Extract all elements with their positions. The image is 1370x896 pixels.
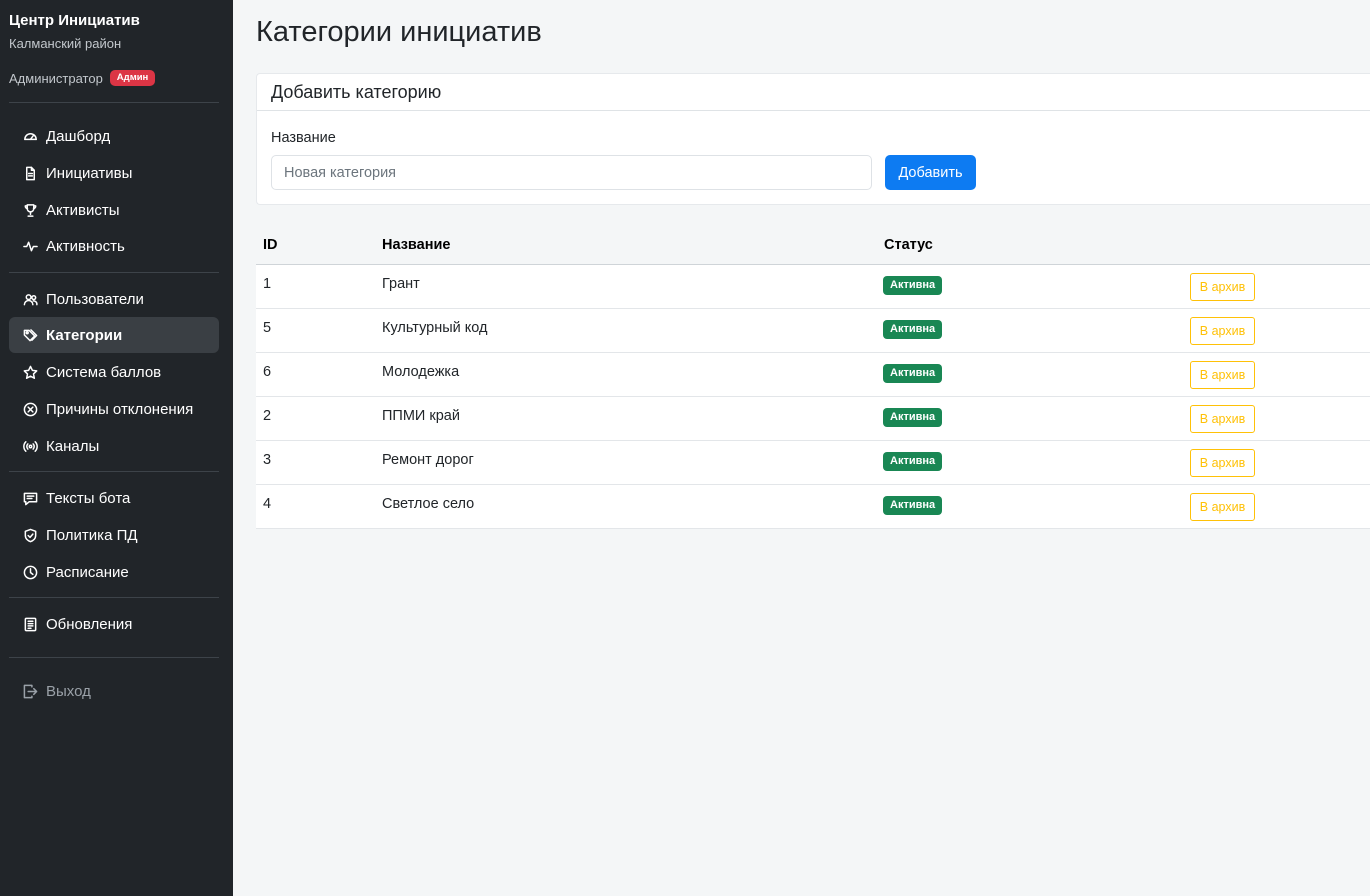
- activity-icon: [22, 238, 39, 255]
- sidebar-item-label: Тексты бота: [46, 489, 131, 507]
- sidebar-item-label: Причины отклонения: [46, 400, 194, 418]
- cell-name: Культурный код: [382, 320, 488, 336]
- sidebar-item-bot-texts[interactable]: Тексты бота: [9, 480, 219, 516]
- brand-title: Центр Инициатив: [9, 12, 140, 29]
- sidebar-item-label: Выход: [46, 682, 91, 700]
- sidebar-item-label: Пользователи: [46, 290, 144, 308]
- cell-id: 2: [263, 408, 272, 424]
- page-title: Категории инициатив: [256, 16, 542, 48]
- sidebar-item-schedule[interactable]: Расписание: [9, 554, 219, 590]
- dashboard-icon: [22, 128, 39, 145]
- users-icon: [22, 291, 39, 308]
- column-header-id: ID: [263, 237, 278, 253]
- status-badge: Активна: [883, 364, 943, 383]
- table-row: 4 Светлое село Активна В архив: [256, 485, 1370, 529]
- sidebar-item-activity[interactable]: Активность: [9, 228, 219, 264]
- archive-button[interactable]: В архив: [1190, 317, 1255, 345]
- sidebar-divider: [9, 657, 219, 658]
- card-header: Добавить категорию: [257, 74, 1370, 111]
- document-icon: [22, 165, 39, 182]
- sidebar-item-categories[interactable]: Категории: [9, 317, 219, 353]
- card-title: Добавить категорию: [271, 81, 442, 102]
- sidebar-divider: [9, 597, 219, 598]
- tags-icon: [22, 327, 39, 344]
- column-header-name: Название: [382, 237, 451, 253]
- table-row: 2 ППМИ край Активна В архив: [256, 397, 1370, 441]
- sidebar-item-label: Активность: [46, 237, 125, 255]
- cell-name: Ремонт дорог: [382, 452, 474, 468]
- cell-name: Молодежка: [382, 364, 460, 380]
- sidebar-divider: [9, 272, 219, 273]
- status-badge: Активна: [883, 496, 943, 515]
- sidebar-item-label: Активисты: [46, 201, 120, 219]
- cell-id: 5: [263, 320, 272, 336]
- add-category-card: Добавить категорию Название Добавить: [256, 73, 1370, 205]
- archive-button[interactable]: В архив: [1190, 493, 1255, 521]
- x-circle-icon: [22, 401, 39, 418]
- status-badge: Активна: [883, 320, 943, 339]
- logout-icon: [22, 683, 39, 700]
- sidebar-item-label: Категории: [46, 326, 123, 344]
- sidebar-item-label: Политика ПД: [46, 526, 138, 544]
- sidebar-item-points-system[interactable]: Система баллов: [9, 354, 219, 390]
- status-badge: Активна: [883, 408, 943, 427]
- categories-table: ID Название Статус 1 Грант Активна В арх…: [256, 225, 1370, 529]
- shield-check-icon: [22, 527, 39, 544]
- sidebar-item-activists[interactable]: Активисты: [9, 192, 219, 228]
- add-button[interactable]: Добавить: [885, 155, 976, 190]
- table-row: 5 Культурный код Активна В архив: [256, 309, 1370, 353]
- archive-button[interactable]: В архив: [1190, 273, 1255, 301]
- sidebar-divider: [9, 102, 219, 103]
- archive-button[interactable]: В архив: [1190, 449, 1255, 477]
- brand-subtitle: Калманский район: [9, 36, 122, 51]
- status-badge: Активна: [883, 452, 943, 471]
- sidebar-item-dashboard[interactable]: Дашборд: [9, 118, 219, 154]
- sidebar-item-label: Инициативы: [46, 164, 133, 182]
- sidebar-item-label: Система баллов: [46, 363, 162, 381]
- star-icon: [22, 364, 39, 381]
- cell-name: ППМИ край: [382, 408, 460, 424]
- status-badge: Активна: [883, 276, 943, 295]
- clock-icon: [22, 564, 39, 581]
- archive-button[interactable]: В архив: [1190, 361, 1255, 389]
- table-row: 6 Молодежка Активна В архив: [256, 353, 1370, 397]
- table-row: 3 Ремонт дорог Активна В архив: [256, 441, 1370, 485]
- journal-icon: [22, 616, 39, 633]
- sidebar-item-label: Дашборд: [46, 127, 111, 145]
- cell-id: 6: [263, 364, 272, 380]
- sidebar-item-initiatives[interactable]: Инициативы: [9, 155, 219, 191]
- sidebar-item-rejection-reasons[interactable]: Причины отклонения: [9, 391, 219, 427]
- sidebar: Центр Инициатив Калманский район Админис…: [0, 0, 233, 896]
- sidebar-divider: [9, 471, 219, 472]
- sidebar-item-channels[interactable]: Каналы: [9, 428, 219, 464]
- sidebar-item-label: Обновления: [46, 615, 133, 633]
- sidebar-item-privacy-policy[interactable]: Политика ПД: [9, 517, 219, 553]
- user-info: Администратор Админ: [9, 70, 156, 86]
- sidebar-item-label: Расписание: [46, 563, 129, 581]
- name-field-label: Название: [271, 130, 336, 146]
- table-header: ID Название Статус: [256, 225, 1370, 265]
- table-row: 1 Грант Активна В архив: [256, 265, 1370, 309]
- cell-id: 4: [263, 496, 272, 512]
- sidebar-item-users[interactable]: Пользователи: [9, 281, 219, 317]
- sidebar-item-label: Каналы: [46, 437, 100, 455]
- sidebar-item-logout[interactable]: Выход: [9, 673, 219, 709]
- category-name-input[interactable]: [271, 155, 872, 190]
- sidebar-item-updates[interactable]: Обновления: [9, 606, 219, 642]
- cell-id: 3: [263, 452, 272, 468]
- chat-text-icon: [22, 490, 39, 507]
- cell-name: Грант: [382, 276, 420, 292]
- trophy-icon: [22, 202, 39, 219]
- cell-id: 1: [263, 276, 272, 292]
- column-header-status: Статус: [884, 237, 933, 253]
- role-badge: Админ: [109, 70, 156, 86]
- cell-name: Светлое село: [382, 496, 475, 512]
- archive-button[interactable]: В архив: [1190, 405, 1255, 433]
- broadcast-icon: [22, 438, 39, 455]
- user-name: Администратор: [9, 70, 103, 86]
